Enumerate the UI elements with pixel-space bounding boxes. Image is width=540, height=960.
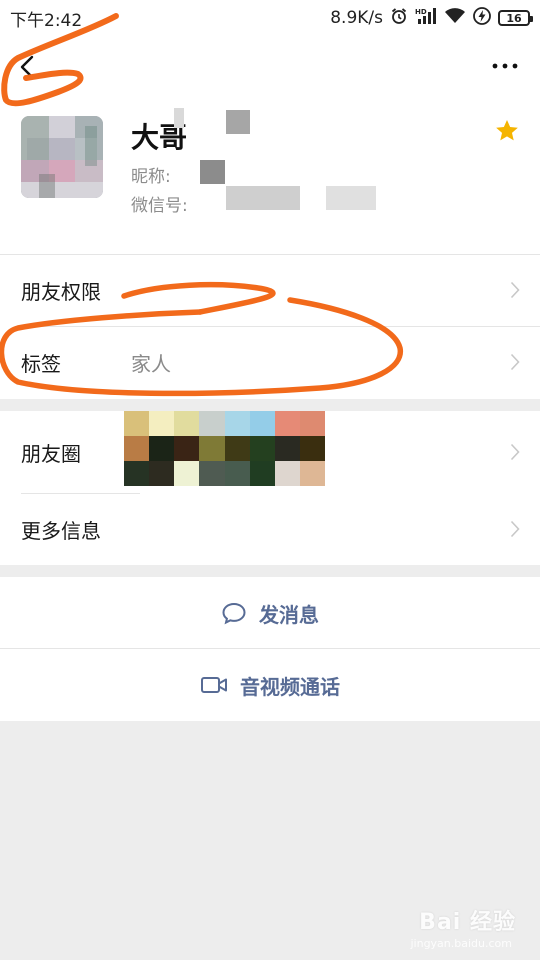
tags-value: 家人: [131, 351, 171, 376]
wifi-icon: [444, 7, 466, 30]
charging-icon: [473, 6, 491, 30]
divider: [21, 493, 140, 494]
redaction-block: [226, 110, 250, 134]
network-speed: 8.9K/s: [330, 8, 383, 28]
status-time: 下午2:42: [10, 10, 83, 31]
tags-label: 标签: [21, 351, 61, 376]
settings-group-permissions: 朋友权限 标签 家人: [0, 254, 540, 399]
nav-bar: [0, 36, 540, 96]
battery-level: 16: [506, 11, 522, 25]
moments-row[interactable]: 朋友圈: [0, 411, 540, 493]
chat-bubble-icon: [222, 602, 246, 625]
redaction-block: [326, 186, 376, 210]
friend-permissions-label: 朋友权限: [21, 279, 101, 304]
divider: [0, 254, 540, 255]
status-bar: 下午2:42 8.9K/s HD 16: [0, 0, 540, 36]
avatar-image: [21, 116, 103, 198]
avatar[interactable]: [21, 116, 103, 198]
status-right-group: 8.9K/s HD 16: [330, 6, 533, 30]
nickname-label: 昵称:: [131, 167, 171, 187]
video-camera-icon: [201, 677, 227, 693]
more-dots-icon: [492, 63, 518, 69]
star-icon[interactable]: [494, 118, 520, 144]
friend-permissions-row[interactable]: 朋友权限: [0, 254, 540, 326]
back-button[interactable]: [12, 50, 42, 84]
av-call-label: 音视频通话: [240, 674, 340, 699]
settings-group-moments: 朋友圈 更多信息: [0, 411, 540, 565]
redaction-block: [174, 108, 184, 128]
hd-signal-icon: HD: [415, 7, 437, 30]
alarm-icon: [390, 7, 408, 30]
chevron-right-icon: [510, 520, 520, 538]
redaction-block: [226, 186, 300, 210]
more-button[interactable]: [490, 56, 520, 76]
moments-label: 朋友圈: [21, 441, 81, 466]
more-info-label: 更多信息: [21, 518, 101, 543]
profile-card: 大哥 昵称: 微信号:: [0, 96, 540, 254]
chevron-right-icon: [510, 281, 520, 299]
chevron-left-icon: [20, 55, 34, 79]
svg-text:HD: HD: [415, 8, 427, 16]
divider: [21, 326, 540, 327]
baidu-jingyan-watermark: Bai 经验: [419, 910, 516, 935]
battery-icon: 16: [498, 10, 533, 26]
watermark-url: jingyan.baidu.com: [410, 937, 512, 950]
wechat-id-label: 微信号:: [131, 196, 188, 216]
chevron-right-icon: [510, 443, 520, 461]
chevron-right-icon: [510, 353, 520, 371]
av-call-button[interactable]: 音视频通话: [0, 649, 540, 721]
moments-preview-image: [124, 411, 325, 486]
redaction-block: [200, 160, 225, 184]
send-message-label: 发消息: [259, 602, 319, 627]
tags-row[interactable]: 标签 家人: [0, 326, 540, 398]
more-info-row[interactable]: 更多信息: [0, 493, 540, 565]
send-message-button[interactable]: 发消息: [0, 577, 540, 649]
